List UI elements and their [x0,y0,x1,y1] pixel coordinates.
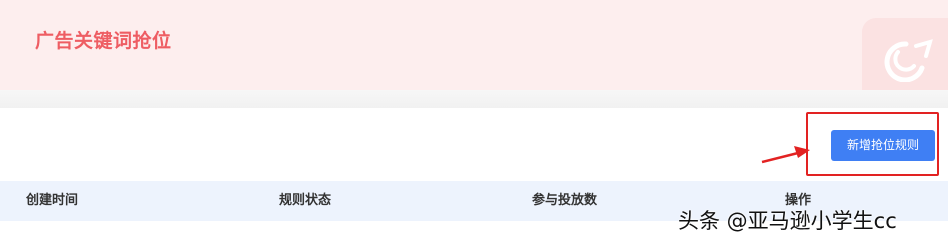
column-header-rule-status: 规则状态 [279,193,332,208]
page-title: 广告关键词抢位 [35,30,172,52]
brand-logo-icon [862,18,948,90]
add-rule-button[interactable]: 新增抢位规则 [831,130,935,161]
page: 广告关键词抢位 新增抢位规则 创建时间 规则状态 参与投放数 操作 头条 @亚马… [0,0,948,244]
section-divider [0,90,948,108]
column-header-placements: 参与投放数 [532,193,598,208]
watermark: 头条 @亚马逊小学生cc [678,209,897,233]
page-header-banner: 广告关键词抢位 [0,0,948,90]
arrow-right-icon [761,146,810,164]
column-header-created-time: 创建时间 [26,193,79,208]
